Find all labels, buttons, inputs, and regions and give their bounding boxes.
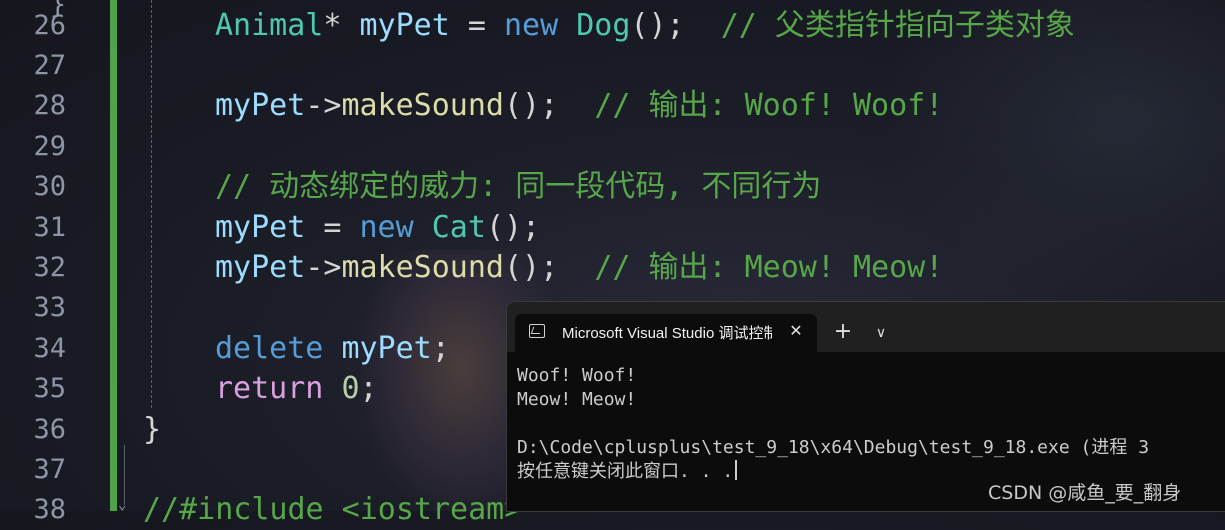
code-line-26[interactable]: Animal* myPet = new Dog(); // 父类指针指向子类对象 bbox=[215, 6, 1075, 46]
line-number: 29 bbox=[33, 131, 66, 162]
code-line-30[interactable]: // 动态绑定的威力: 同一段代码, 不同行为 bbox=[215, 167, 821, 207]
code-line-35[interactable]: return 0; bbox=[215, 369, 378, 409]
line-number: 35 bbox=[33, 373, 66, 404]
line-number: 27 bbox=[33, 50, 66, 81]
line-number: 36 bbox=[33, 414, 66, 445]
terminal-tab-title: Microsoft Visual Studio 调试控制台 bbox=[562, 325, 772, 342]
fold-guide bbox=[124, 445, 125, 505]
line-number: 31 bbox=[33, 212, 66, 243]
new-tab-button[interactable]: + bbox=[829, 319, 857, 347]
code-line-36[interactable]: } bbox=[143, 410, 161, 450]
code-token: 0 bbox=[341, 371, 360, 406]
code-comment: // 动态绑定的威力: 同一段代码, 不同行为 bbox=[215, 169, 822, 204]
code-token: return bbox=[215, 371, 324, 406]
code-token: (); bbox=[630, 8, 685, 43]
code-line-31[interactable]: myPet = new Cat(); bbox=[215, 208, 540, 248]
line-number: 34 bbox=[33, 333, 66, 364]
code-line-28[interactable]: myPet->makeSound(); // 输出: Woof! Woof! bbox=[215, 86, 943, 126]
code-comment: // 输出: Meow! Meow! bbox=[594, 250, 944, 285]
console-icon bbox=[529, 324, 545, 338]
terminal-line: Meow! Meow! bbox=[517, 389, 637, 410]
code-token: new bbox=[359, 210, 414, 245]
code-token: ; bbox=[359, 371, 378, 406]
code-token: myPet bbox=[215, 88, 306, 123]
code-token: } bbox=[143, 412, 162, 447]
chevron-down-icon[interactable]: ∨ bbox=[867, 319, 895, 347]
code-token: (); bbox=[504, 88, 559, 123]
terminal-tab[interactable]: Microsoft Visual Studio 调试控制台 ✕ bbox=[515, 314, 817, 352]
code-token: delete bbox=[215, 331, 324, 366]
line-number-gutter: } 26 27 28 29 30 31 32 33 34 35 36 37 38 bbox=[0, 0, 110, 525]
code-line-32[interactable]: myPet->makeSound(); // 输出: Meow! Meow! bbox=[215, 248, 943, 288]
close-icon[interactable]: ✕ bbox=[785, 319, 807, 343]
code-token: Cat bbox=[431, 210, 486, 245]
code-token: -> bbox=[305, 88, 342, 123]
line-number: 38 bbox=[33, 494, 66, 525]
text-cursor bbox=[735, 460, 738, 480]
terminal-line: D:\Code\cplusplus\test_9_18\x64\Debug\te… bbox=[517, 437, 1150, 458]
code-token: (); bbox=[485, 210, 541, 245]
code-token: ; bbox=[431, 331, 450, 366]
line-number: 28 bbox=[33, 90, 66, 121]
terminal-line: Woof! Woof! bbox=[517, 365, 637, 386]
line-number: 32 bbox=[33, 252, 66, 283]
code-token: myPet bbox=[215, 250, 306, 285]
code-line-34[interactable]: delete myPet; bbox=[215, 329, 450, 369]
code-comment: // 输出: Woof! Woof! bbox=[594, 88, 944, 123]
code-token: myPet bbox=[215, 210, 306, 245]
code-token: = bbox=[305, 210, 360, 245]
code-token: myPet bbox=[341, 331, 432, 366]
terminal-tab-bar: Microsoft Visual Studio 调试控制台 ✕ + ∨ bbox=[507, 302, 1225, 352]
code-token: makeSound bbox=[341, 250, 504, 285]
code-comment: //#include <iostream> bbox=[143, 492, 523, 527]
code-token: makeSound bbox=[341, 88, 504, 123]
indent-guide bbox=[151, 0, 152, 408]
code-token: myPet bbox=[359, 8, 450, 43]
code-token: * bbox=[323, 8, 342, 43]
watermark: CSDN @咸鱼_要_翻身 bbox=[988, 482, 1182, 504]
code-token: new bbox=[504, 8, 559, 43]
line-number: 37 bbox=[33, 454, 66, 485]
line-number: 33 bbox=[33, 292, 66, 323]
code-token: Animal bbox=[215, 8, 324, 43]
code-line-38[interactable]: //#include <iostream> bbox=[143, 490, 522, 530]
line-number: 26 bbox=[33, 10, 66, 41]
code-token: = bbox=[449, 8, 504, 43]
code-token: -> bbox=[305, 250, 342, 285]
code-token: (); bbox=[504, 250, 559, 285]
change-indicator-bar bbox=[110, 0, 117, 511]
code-token: Dog bbox=[576, 8, 631, 43]
terminal-prompt-text: 按任意键关闭此窗口. . . bbox=[517, 461, 734, 482]
line-number: 30 bbox=[33, 171, 66, 202]
code-comment: // 父类指针指向子类对象 bbox=[720, 8, 1075, 43]
